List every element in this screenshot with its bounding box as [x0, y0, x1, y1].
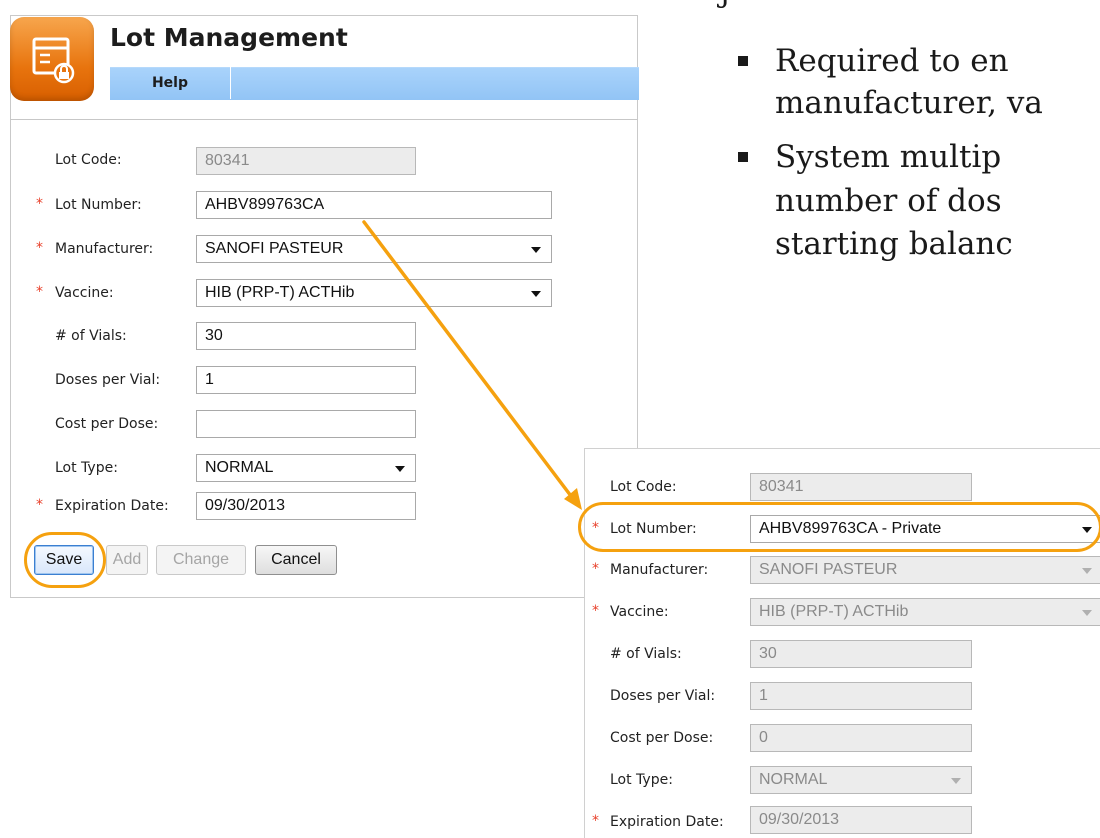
callout-arrow — [362, 220, 582, 510]
